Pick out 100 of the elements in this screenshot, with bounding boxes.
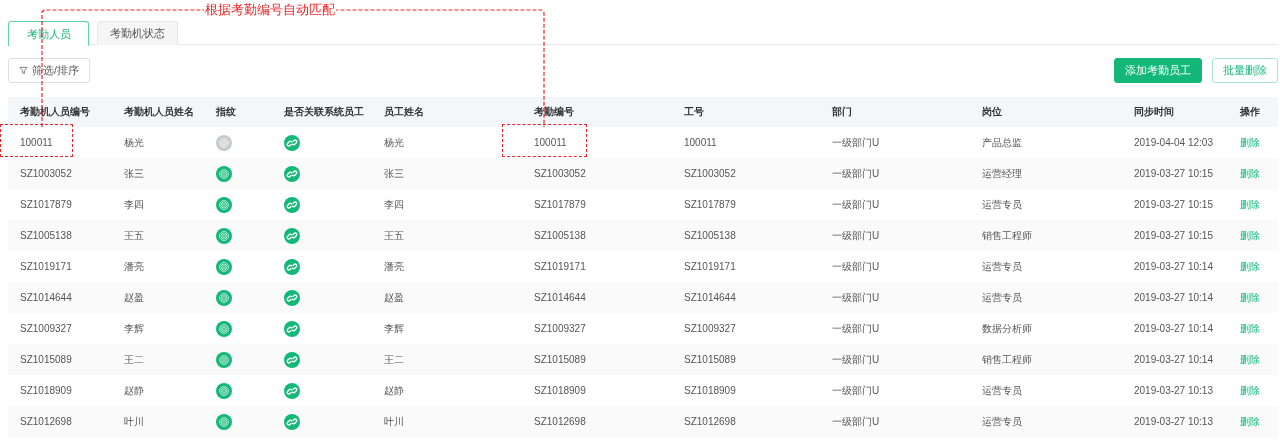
table-cell: SZ1015089 — [534, 354, 586, 365]
delete-link[interactable]: 删除 — [1240, 291, 1260, 303]
table-cell: SZ1009327 — [534, 323, 586, 334]
table-cell: 销售工程师 — [982, 229, 1032, 241]
table-cell: SZ1018909 — [684, 385, 736, 396]
add-button[interactable]: 添加考勤员工 — [1114, 58, 1202, 83]
table-cell: SZ1005138 — [20, 230, 72, 241]
table-cell: 一级部门U — [832, 384, 880, 396]
table-cell: 100011 — [534, 137, 567, 148]
table-cell: 张三 — [384, 167, 404, 179]
table-cell: 李四 — [124, 198, 144, 210]
table-cell: SZ1017879 — [534, 199, 586, 210]
table-cell: SZ1018909 — [20, 385, 72, 396]
table-cell: 李辉 — [124, 322, 144, 334]
table-cell: 运营专员 — [982, 198, 1022, 210]
table-cell: 一级部门U — [832, 136, 880, 148]
table-cell: 赵静 — [384, 384, 404, 396]
table-cell: 王五 — [384, 229, 404, 241]
table-cell: 运营专员 — [982, 291, 1022, 303]
table-cell: 赵盈 — [124, 291, 144, 303]
tab[interactable]: 考勤人员 — [8, 21, 89, 46]
delete-link[interactable]: 删除 — [1240, 260, 1260, 272]
table-cell: 2019-03-27 10:13 — [1134, 416, 1213, 427]
table-cell: 2019-03-27 10:14 — [1134, 292, 1213, 303]
delete-link[interactable]: 删除 — [1240, 353, 1260, 365]
column-header: 操作 — [1240, 106, 1260, 117]
table-cell: 一级部门U — [832, 415, 880, 427]
table-cell: SZ1003052 — [684, 168, 736, 179]
filter-button[interactable]: 筛选/排序 — [8, 58, 90, 83]
table-cell: 张三 — [124, 167, 144, 179]
table-cell: 赵静 — [124, 384, 144, 396]
table-cell: SZ1012698 — [534, 416, 586, 427]
table-cell: SZ1015089 — [684, 354, 736, 365]
column-header: 工号 — [684, 106, 704, 117]
table-cell: SZ1014644 — [684, 292, 736, 303]
table-cell: SZ1017879 — [684, 199, 736, 210]
delete-link[interactable]: 删除 — [1240, 415, 1260, 427]
table-cell: 数据分析师 — [982, 322, 1032, 334]
table-cell: 2019-03-27 10:14 — [1134, 323, 1213, 334]
table-cell: SZ1012698 — [684, 416, 736, 427]
table-cell: 销售工程师 — [982, 353, 1032, 365]
table-cell: 赵盈 — [384, 291, 404, 303]
table-cell: SZ1009327 — [684, 323, 736, 334]
table-cell: 2019-03-27 10:14 — [1134, 354, 1213, 365]
delete-link[interactable]: 删除 — [1240, 136, 1260, 148]
table-cell: SZ1003052 — [20, 168, 72, 179]
table-cell: SZ1018909 — [534, 385, 586, 396]
table-cell: 一级部门U — [832, 291, 880, 303]
column-header: 考勤编号 — [534, 106, 574, 117]
table-cell: SZ1012698 — [20, 416, 72, 427]
table-cell: SZ1015089 — [20, 354, 72, 365]
table-cell: 运营专员 — [982, 384, 1022, 396]
column-header: 员工姓名 — [384, 106, 424, 117]
table-cell: SZ1014644 — [534, 292, 586, 303]
table-cell: 叶川 — [124, 415, 144, 427]
table-cell: SZ1009327 — [20, 323, 72, 334]
column-header: 考勤机人员编号 — [20, 106, 90, 117]
table-cell: SZ1005138 — [684, 230, 736, 241]
column-header: 考勤机人员姓名 — [124, 106, 194, 117]
table-cell: 杨光 — [384, 136, 404, 148]
table-cell: 运营专员 — [982, 415, 1022, 427]
table-cell: 杨光 — [124, 136, 144, 148]
delete-link[interactable]: 删除 — [1240, 322, 1260, 334]
column-header: 部门 — [832, 106, 852, 117]
column-header: 是否关联系统员工 — [284, 106, 364, 117]
table-cell: 一级部门U — [832, 167, 880, 179]
annotation-label: 根据考勤编号自动匹配 — [204, 3, 336, 17]
table-cell: 一级部门U — [832, 229, 880, 241]
table-cell: 2019-04-04 12:03 — [1134, 137, 1213, 148]
table-cell: 运营经理 — [982, 167, 1022, 179]
delete-link[interactable]: 删除 — [1240, 167, 1260, 179]
table-cell: 运营专员 — [982, 260, 1022, 272]
delete-button[interactable]: 批量删除 — [1212, 58, 1278, 83]
table-cell: SZ1005138 — [534, 230, 586, 241]
table-cell: SZ1014644 — [20, 292, 72, 303]
table-cell: SZ1019171 — [534, 261, 586, 272]
table-cell: 2019-03-27 10:15 — [1134, 199, 1213, 210]
table-cell: 李四 — [384, 198, 404, 210]
filter-icon — [19, 66, 28, 75]
table-cell: 一级部门U — [832, 353, 880, 365]
table-cell: 一级部门U — [832, 260, 880, 272]
table-cell: SZ1019171 — [20, 261, 72, 272]
table-cell: SZ1003052 — [534, 168, 586, 179]
column-header: 指纹 — [216, 106, 236, 117]
delete-link[interactable]: 删除 — [1240, 384, 1260, 396]
table-cell: 100011 — [20, 137, 53, 148]
table-cell: 潘亮 — [384, 260, 404, 272]
column-header: 同步时间 — [1134, 106, 1174, 117]
table-cell: 叶川 — [384, 415, 404, 427]
table-cell: 潘亮 — [124, 260, 144, 272]
delete-link[interactable]: 删除 — [1240, 229, 1260, 241]
tab[interactable]: 考勤机状态 — [97, 21, 178, 45]
table-cell: 李辉 — [384, 322, 404, 334]
delete-link[interactable]: 删除 — [1240, 198, 1260, 210]
table-cell: 王二 — [384, 353, 404, 365]
table-cell: 一级部门U — [832, 198, 880, 210]
column-header: 岗位 — [982, 106, 1002, 117]
table-cell: 2019-03-27 10:14 — [1134, 261, 1213, 272]
table-cell: 100011 — [684, 137, 717, 148]
table-cell: 产品总监 — [982, 136, 1022, 148]
